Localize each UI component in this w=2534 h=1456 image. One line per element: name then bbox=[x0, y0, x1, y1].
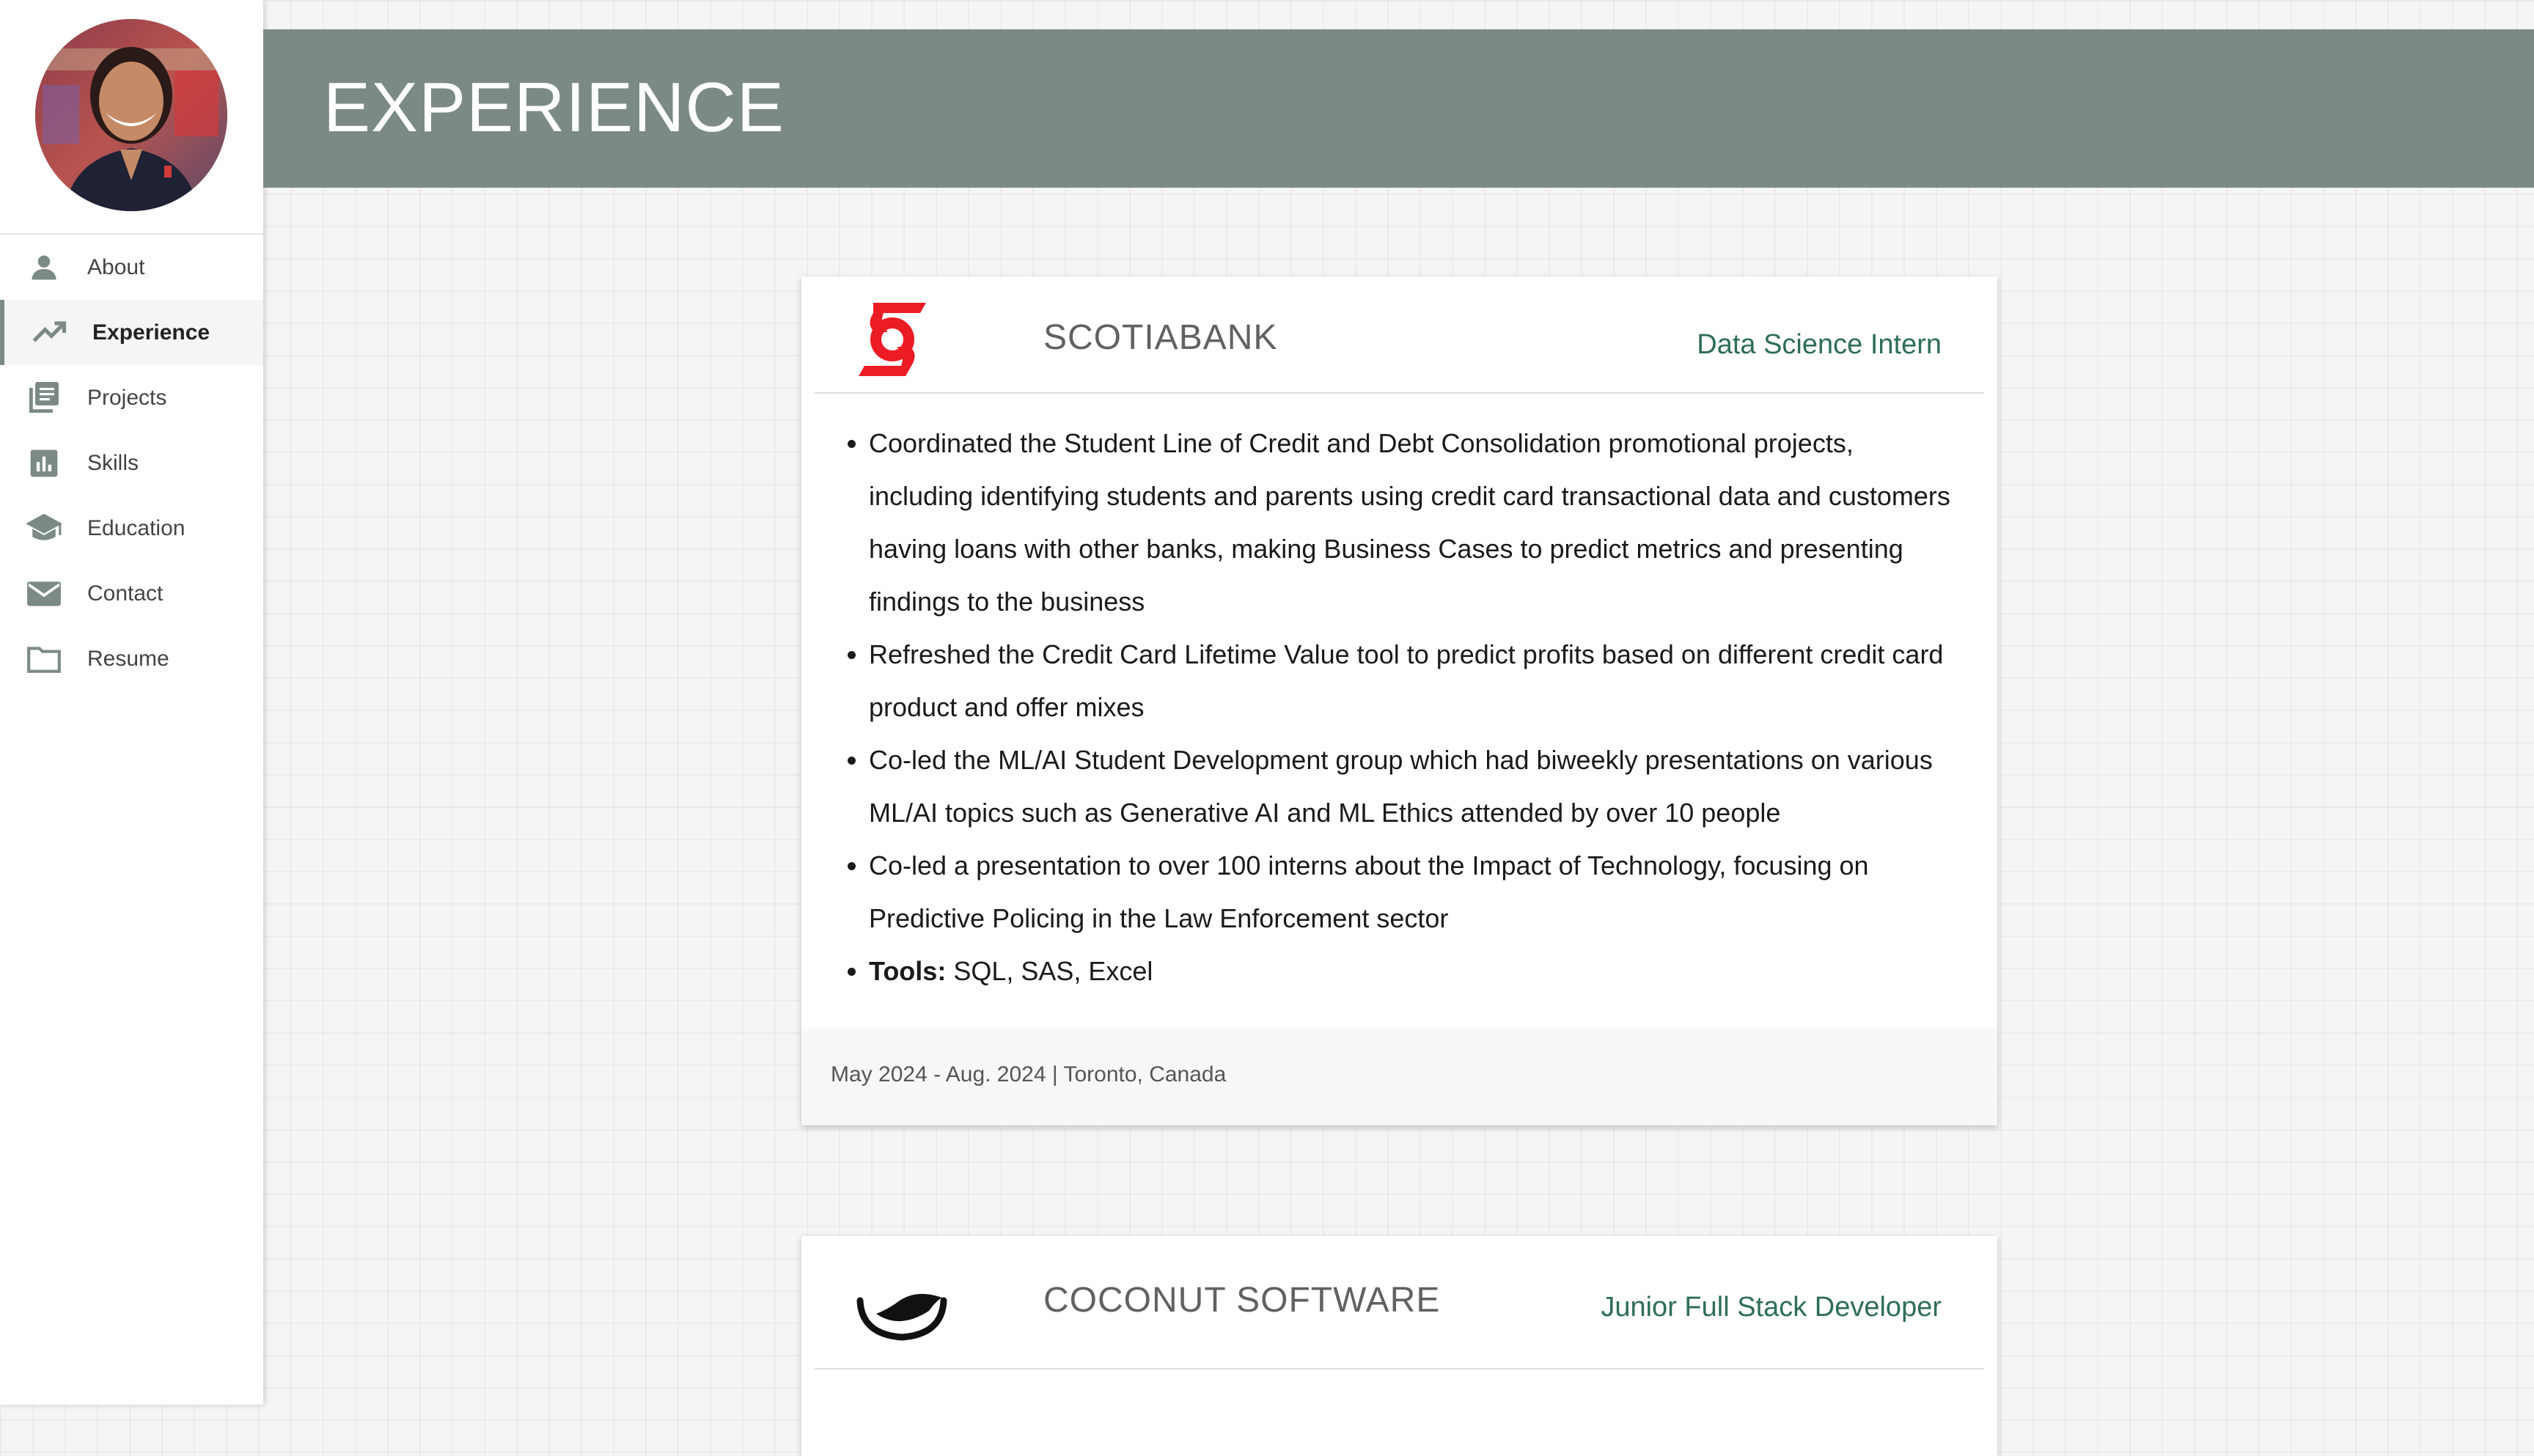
tools-value: SQL, SAS, Excel bbox=[946, 956, 1153, 986]
sidebar-item-about[interactable]: About bbox=[0, 235, 263, 300]
avatar-section bbox=[0, 0, 263, 235]
sidebar-item-resume[interactable]: Resume bbox=[0, 626, 263, 691]
bar-chart-icon bbox=[23, 443, 65, 484]
sidebar-item-skills[interactable]: Skills bbox=[0, 430, 263, 496]
page-title: EXPERIENCE bbox=[323, 68, 785, 147]
section-header: EXPERIENCE bbox=[263, 29, 2534, 188]
list-item: Co-led a presentation to over 100 intern… bbox=[869, 839, 1961, 945]
graduation-cap-icon bbox=[23, 508, 65, 549]
sidebar-item-education[interactable]: Education bbox=[0, 496, 263, 561]
avatar bbox=[35, 19, 227, 211]
list-item: Co-led the ML/AI Student Development gro… bbox=[869, 734, 1961, 839]
sidebar-item-label: Projects bbox=[87, 385, 167, 410]
experience-card-scotiabank: SCOTIABANK Data Science Intern Coordinat… bbox=[801, 276, 1997, 1125]
date-location: May 2024 - Aug. 2024 | Toronto, Canada bbox=[831, 1062, 1227, 1087]
card-body: Coordinated the Student Line of Credit a… bbox=[801, 394, 1997, 1029]
folder-icon bbox=[23, 639, 65, 680]
sidebar: About Experience Projects Skills Educati… bbox=[0, 0, 263, 1405]
scotiabank-logo bbox=[859, 303, 926, 376]
library-icon bbox=[23, 378, 65, 419]
job-title: Junior Full Stack Developer bbox=[1601, 1292, 1942, 1323]
company-name: COCONUT SOFTWARE bbox=[1043, 1281, 1441, 1320]
responsibility-list: Coordinated the Student Line of Credit a… bbox=[845, 417, 1961, 998]
card-header: COCONUT SOFTWARE Junior Full Stack Devel… bbox=[815, 1236, 1984, 1369]
sidebar-item-experience[interactable]: Experience bbox=[0, 300, 263, 365]
sidebar-item-label: About bbox=[87, 254, 145, 279]
company-name: SCOTIABANK bbox=[1043, 318, 1278, 357]
sidebar-item-label: Contact bbox=[87, 581, 164, 606]
list-item: Refreshed the Credit Card Lifetime Value… bbox=[869, 628, 1961, 734]
sidebar-item-label: Experience bbox=[92, 320, 210, 345]
tools-label: Tools: bbox=[869, 956, 947, 986]
person-icon bbox=[23, 247, 65, 288]
tools-item: Tools: SQL, SAS, Excel bbox=[869, 945, 1961, 998]
sidebar-item-label: Education bbox=[87, 515, 186, 540]
list-item: Coordinated the Student Line of Credit a… bbox=[869, 417, 1961, 628]
sidebar-item-contact[interactable]: Contact bbox=[0, 561, 263, 626]
job-title: Data Science Intern bbox=[1697, 329, 1942, 360]
sidebar-nav: About Experience Projects Skills Educati… bbox=[0, 235, 263, 691]
sidebar-item-label: Resume bbox=[87, 646, 169, 671]
trending-up-icon bbox=[29, 312, 70, 353]
card-header: SCOTIABANK Data Science Intern bbox=[815, 276, 1984, 394]
card-footer: May 2024 - Aug. 2024 | Toronto, Canada bbox=[801, 1029, 1997, 1125]
sidebar-item-label: Skills bbox=[87, 450, 139, 475]
sidebar-item-projects[interactable]: Projects bbox=[0, 365, 263, 430]
experience-card-coconut: COCONUT SOFTWARE Junior Full Stack Devel… bbox=[801, 1236, 1997, 1456]
envelope-icon bbox=[23, 573, 65, 614]
coconut-software-logo bbox=[856, 1279, 948, 1345]
